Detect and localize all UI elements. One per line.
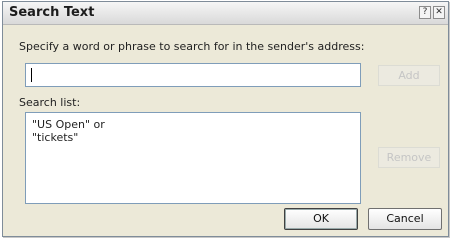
list-item[interactable]: "tickets" xyxy=(32,131,354,144)
search-text-dialog: Search Text ? ✕ Specify a word or phrase… xyxy=(2,1,449,237)
cancel-button[interactable]: Cancel xyxy=(368,208,442,230)
search-prompt-label: Specify a word or phrase to search for i… xyxy=(19,40,365,53)
search-word-input[interactable] xyxy=(25,63,361,87)
add-button[interactable]: Add xyxy=(378,65,440,86)
search-list-label: Search list: xyxy=(19,96,81,109)
remove-button[interactable]: Remove xyxy=(378,147,440,168)
help-icon[interactable]: ? xyxy=(419,6,431,19)
text-caret xyxy=(31,68,32,82)
list-item[interactable]: "US Open" or xyxy=(32,118,354,131)
close-icon[interactable]: ✕ xyxy=(433,6,445,19)
ok-button[interactable]: OK xyxy=(284,208,358,230)
search-list-box[interactable]: "US Open" or "tickets" xyxy=(25,112,361,204)
dialog-title: Search Text xyxy=(9,5,95,20)
title-bar: Search Text ? ✕ xyxy=(3,2,448,25)
